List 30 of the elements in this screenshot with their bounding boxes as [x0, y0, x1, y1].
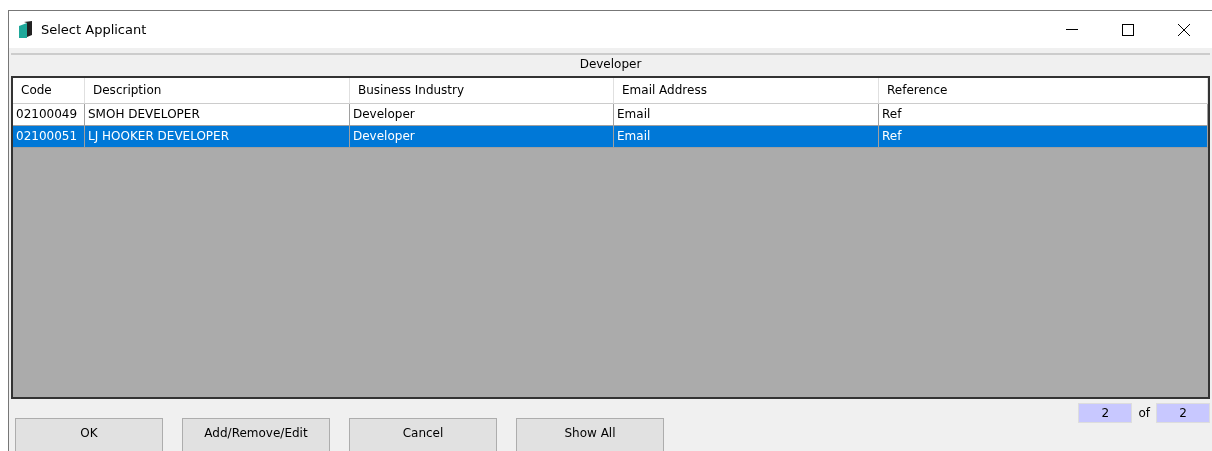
minimize-icon [1066, 28, 1078, 31]
table-cell: 02100051 [13, 125, 85, 148]
current-page-field[interactable]: 2 [1078, 403, 1133, 423]
table-cell: Developer [350, 125, 614, 148]
dialog-button[interactable]: OK [15, 418, 163, 451]
table-cell: Ref [879, 103, 1208, 126]
dialog-button[interactable]: Cancel [349, 418, 497, 451]
column-header[interactable]: Description [85, 77, 350, 104]
dialog-button[interactable]: Add/Remove/Edit [182, 418, 330, 451]
table-row[interactable]: 02100049 SMOH DEVELOPER Developer Email Ref [13, 103, 1208, 126]
column-header[interactable]: Business Industry [350, 77, 614, 104]
table-cell: Email [614, 125, 879, 148]
dialog-button[interactable]: Show All [516, 418, 664, 451]
table-cell: Developer [350, 103, 614, 126]
column-header[interactable]: Code [13, 77, 85, 104]
close-icon [1178, 23, 1190, 36]
column-header[interactable]: Email Address [614, 77, 879, 104]
table-cell: Ref [879, 125, 1208, 148]
column-header[interactable]: Reference [879, 77, 1208, 104]
app-icon [19, 20, 33, 39]
table-cell: LJ HOOKER DEVELOPER [85, 125, 350, 148]
of-label: of [1138, 406, 1150, 420]
group-title: Developer [579, 57, 642, 72]
total-pages-field[interactable]: 2 [1156, 403, 1210, 423]
table-cell: SMOH DEVELOPER [85, 103, 350, 126]
window-title: Select Applicant [41, 22, 148, 37]
maximize-icon [1122, 23, 1134, 36]
table-cell: 02100049 [13, 103, 85, 126]
table-row[interactable]: 02100051 LJ HOOKER DEVELOPER Developer Email Ref [13, 125, 1208, 148]
table-cell: Email [614, 103, 879, 126]
